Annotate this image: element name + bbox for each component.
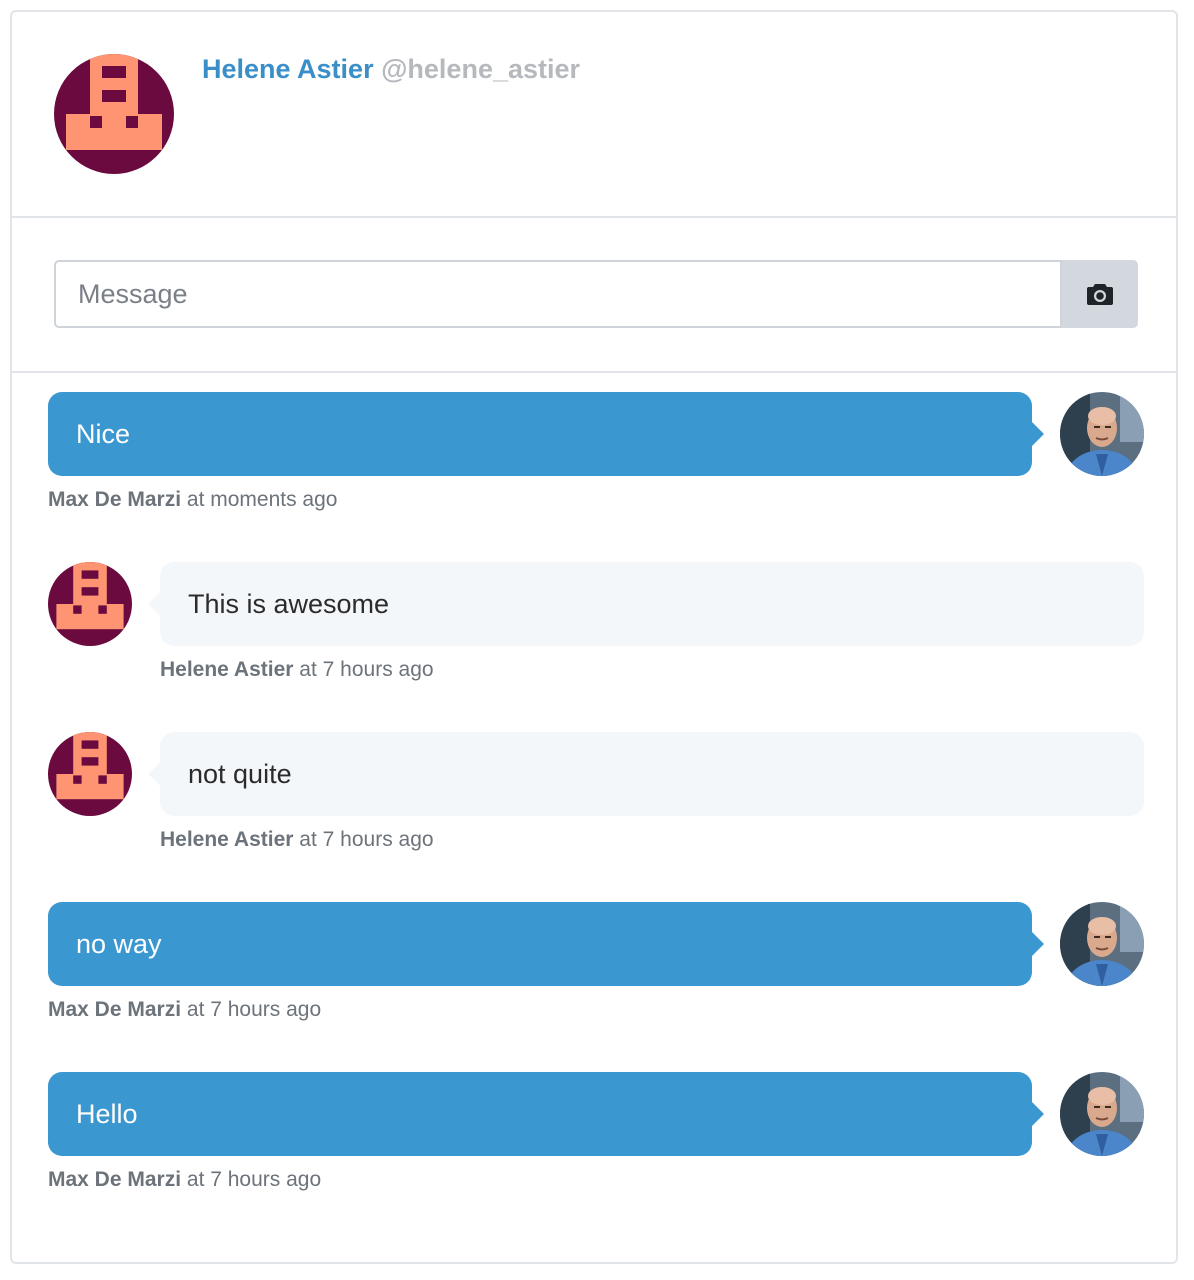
profile-title: Helene Astier @helene_astier xyxy=(202,54,580,85)
profile-handle: @helene_astier xyxy=(381,54,581,84)
sender-avatar[interactable] xyxy=(48,562,132,646)
message-author: Helene Astier xyxy=(160,828,294,851)
profile-name-link[interactable]: Helene Astier xyxy=(202,54,374,84)
profile-avatar[interactable] xyxy=(54,54,174,174)
message-bubble: This is awesome xyxy=(148,562,1144,646)
message-meta: Max De Marzi at 7 hours ago xyxy=(48,998,321,1022)
message-bubble: not quite xyxy=(148,732,1144,816)
sender-avatar[interactable] xyxy=(1060,902,1144,986)
message-time: at 7 hours ago xyxy=(186,1168,322,1191)
message-time: at 7 hours ago xyxy=(299,658,434,681)
attach-photo-button[interactable] xyxy=(1062,260,1138,328)
message-time: at moments ago xyxy=(186,488,338,511)
message-time: at 7 hours ago xyxy=(299,828,434,851)
message-composer xyxy=(12,218,1176,373)
message-meta: Helene Astier at 7 hours ago xyxy=(160,658,434,682)
sender-avatar[interactable] xyxy=(1060,1072,1144,1156)
message-meta: Max De Marzi at moments ago xyxy=(48,488,337,512)
camera-icon xyxy=(1087,284,1113,305)
message-input[interactable] xyxy=(54,260,1062,328)
chat-card: Helene Astier @helene_astier Nice Max De… xyxy=(10,10,1178,1264)
message-author: Max De Marzi xyxy=(48,1168,182,1191)
message-bubble: Nice xyxy=(48,392,1044,476)
sender-avatar[interactable] xyxy=(48,732,132,816)
sender-avatar[interactable] xyxy=(1060,392,1144,476)
message-meta: Max De Marzi at 7 hours ago xyxy=(48,1168,321,1192)
message-time: at 7 hours ago xyxy=(186,998,322,1021)
message-bubble: no way xyxy=(48,902,1044,986)
message-meta: Helene Astier at 7 hours ago xyxy=(160,828,434,852)
message-author: Max De Marzi xyxy=(48,998,182,1021)
message-bubble: Hello xyxy=(48,1072,1044,1156)
message-author: Helene Astier xyxy=(160,658,294,681)
profile-header: Helene Astier @helene_astier xyxy=(12,12,1176,218)
message-author: Max De Marzi xyxy=(48,488,182,511)
